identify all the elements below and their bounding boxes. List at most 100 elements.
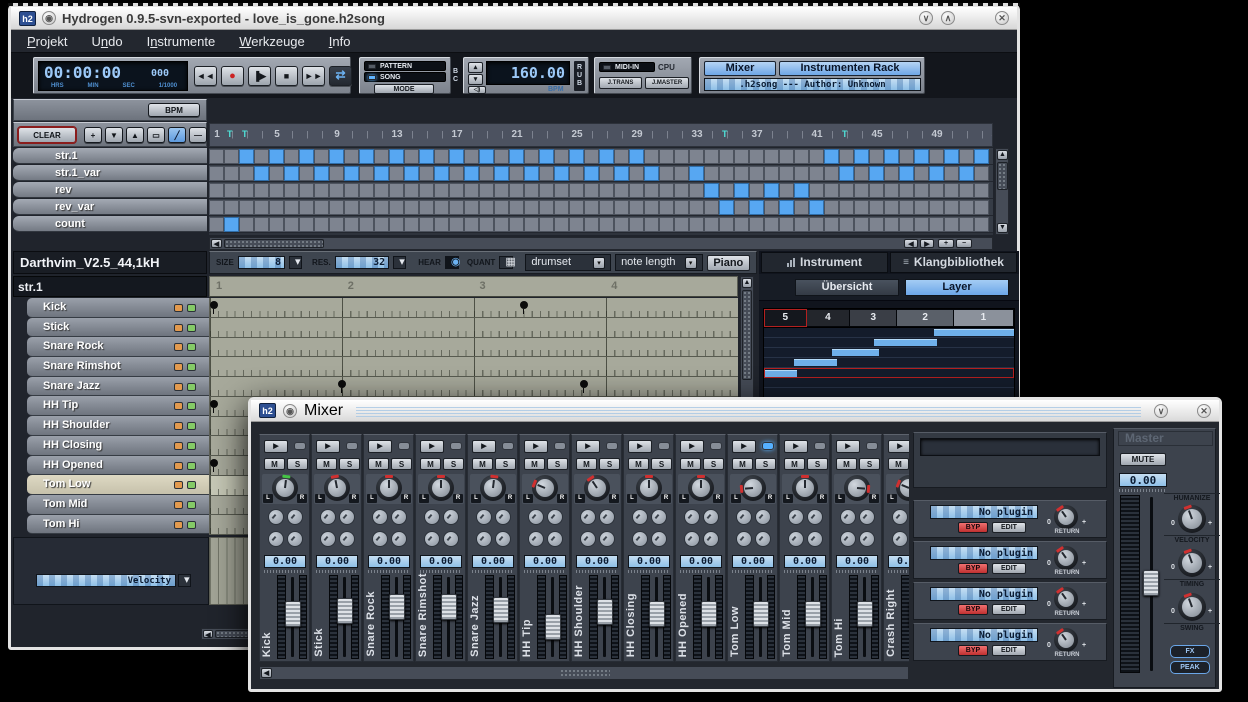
fx-bypass-button[interactable]: BYP	[958, 522, 988, 533]
song-cell[interactable]	[689, 217, 704, 232]
instrument-mute-button[interactable]	[174, 402, 183, 410]
channel-mute-button[interactable]: M	[888, 458, 909, 470]
song-mode-row[interactable]: SONG	[364, 72, 446, 82]
song-cell[interactable]	[809, 200, 824, 215]
song-cell[interactable]	[359, 217, 374, 232]
res-dropdown-icon[interactable]: ▾	[393, 256, 406, 269]
channel-mute-button[interactable]: M	[472, 458, 493, 470]
song-cell[interactable]	[284, 183, 299, 198]
song-cell[interactable]	[899, 149, 914, 164]
song-cell[interactable]	[959, 183, 974, 198]
instrument-solo-button[interactable]	[187, 304, 196, 312]
fx-send-knob[interactable]	[703, 509, 719, 525]
channel-play-button[interactable]: ▶	[680, 440, 704, 453]
song-cell[interactable]	[629, 183, 644, 198]
song-cell[interactable]	[674, 200, 689, 215]
song-cell[interactable]	[569, 200, 584, 215]
instrument-row-snare-jazz[interactable]: Snare Jazz	[27, 377, 209, 397]
song-cell[interactable]	[584, 149, 599, 164]
song-cell[interactable]	[644, 149, 659, 164]
menu-instrumente[interactable]: Instrumente	[147, 34, 216, 49]
menu-projekt[interactable]: Projekt	[27, 34, 67, 49]
song-cell[interactable]	[914, 217, 929, 232]
scroll-up-icon[interactable]: ▲	[997, 150, 1008, 160]
channel-pan-knob[interactable]	[740, 475, 766, 501]
master-velocity-knob[interactable]	[1178, 505, 1206, 533]
channel-solo-button[interactable]: S	[287, 458, 308, 470]
instrument-solo-button[interactable]	[187, 343, 196, 351]
fx-send-knob[interactable]	[372, 531, 388, 547]
song-cell[interactable]	[239, 200, 254, 215]
channel-play-button[interactable]: ▶	[732, 440, 756, 453]
song-cell[interactable]	[269, 200, 284, 215]
channel-play-button[interactable]: ▶	[472, 440, 496, 453]
fx-bypass-button[interactable]: BYP	[958, 563, 988, 574]
channel-fader-handle[interactable]	[389, 594, 405, 620]
song-cell[interactable]	[644, 217, 659, 232]
song-cell[interactable]	[719, 183, 734, 198]
instrument-solo-button[interactable]	[187, 363, 196, 371]
fx-bypass-button[interactable]: BYP	[958, 645, 988, 656]
song-cell[interactable]	[239, 166, 254, 181]
song-cell[interactable]	[899, 183, 914, 198]
channel-pan-knob[interactable]	[792, 475, 818, 501]
layer-tab-2[interactable]: 2	[897, 310, 952, 326]
song-cell[interactable]	[854, 183, 869, 198]
song-cell[interactable]	[299, 200, 314, 215]
song-cell[interactable]	[764, 149, 779, 164]
song-cell[interactable]	[704, 217, 719, 232]
song-cell[interactable]	[209, 166, 224, 181]
song-cell[interactable]	[554, 200, 569, 215]
song-cell[interactable]	[539, 183, 554, 198]
song-cell[interactable]	[884, 200, 899, 215]
channel-pan-knob[interactable]	[896, 475, 909, 501]
song-cell[interactable]	[299, 183, 314, 198]
song-cell[interactable]	[614, 149, 629, 164]
channel-play-button[interactable]: ▶	[420, 440, 444, 453]
song-cell[interactable]	[659, 200, 674, 215]
song-cell[interactable]	[539, 200, 554, 215]
menu-info[interactable]: Info	[329, 34, 351, 49]
song-cell[interactable]	[344, 183, 359, 198]
fx-send-knob[interactable]	[268, 509, 284, 525]
fx-send-knob[interactable]	[528, 509, 544, 525]
instrument-mute-button[interactable]	[174, 481, 183, 489]
song-cell[interactable]	[389, 149, 404, 164]
song-cell[interactable]	[959, 217, 974, 232]
instrument-solo-button[interactable]	[187, 422, 196, 430]
channel-fader-handle[interactable]	[753, 601, 769, 627]
song-cell[interactable]	[524, 183, 539, 198]
song-cell[interactable]	[494, 217, 509, 232]
instrument-mute-button[interactable]	[174, 521, 183, 529]
size-dropdown-icon[interactable]: ▾	[289, 256, 302, 269]
channel-mute-button[interactable]: M	[368, 458, 389, 470]
layer-row[interactable]	[764, 338, 1014, 348]
song-cell[interactable]	[689, 200, 704, 215]
song-cell[interactable]	[719, 166, 734, 181]
song-cell[interactable]	[824, 166, 839, 181]
channel-mute-button[interactable]: M	[628, 458, 649, 470]
song-cell[interactable]	[779, 149, 794, 164]
channel-fader-handle[interactable]	[857, 601, 873, 627]
song-cell[interactable]	[749, 166, 764, 181]
song-cell[interactable]	[779, 200, 794, 215]
song-cell[interactable]	[569, 183, 584, 198]
fx-send-knob[interactable]	[528, 531, 544, 547]
instrument-row-tom-low[interactable]: Tom Low	[27, 475, 209, 495]
song-cell[interactable]	[344, 200, 359, 215]
pattern-beat-ruler[interactable]: 1234	[209, 276, 738, 297]
select-mode-button[interactable]: ▭	[147, 127, 165, 143]
fx-send-knob[interactable]	[580, 509, 596, 525]
song-cell[interactable]	[284, 200, 299, 215]
song-cell[interactable]	[569, 217, 584, 232]
song-vscrollbar[interactable]: ▲ ▼	[995, 148, 1009, 235]
bpm-display[interactable]: 160.00	[486, 61, 570, 85]
song-cell[interactable]	[734, 183, 749, 198]
song-cell[interactable]	[269, 166, 284, 181]
scroll-right-icon[interactable]: ▶	[920, 239, 934, 248]
fx-send-knob[interactable]	[580, 531, 596, 547]
song-cell[interactable]	[914, 200, 929, 215]
fx-send-knob[interactable]	[391, 531, 407, 547]
song-cell[interactable]	[599, 166, 614, 181]
song-cell[interactable]	[629, 149, 644, 164]
